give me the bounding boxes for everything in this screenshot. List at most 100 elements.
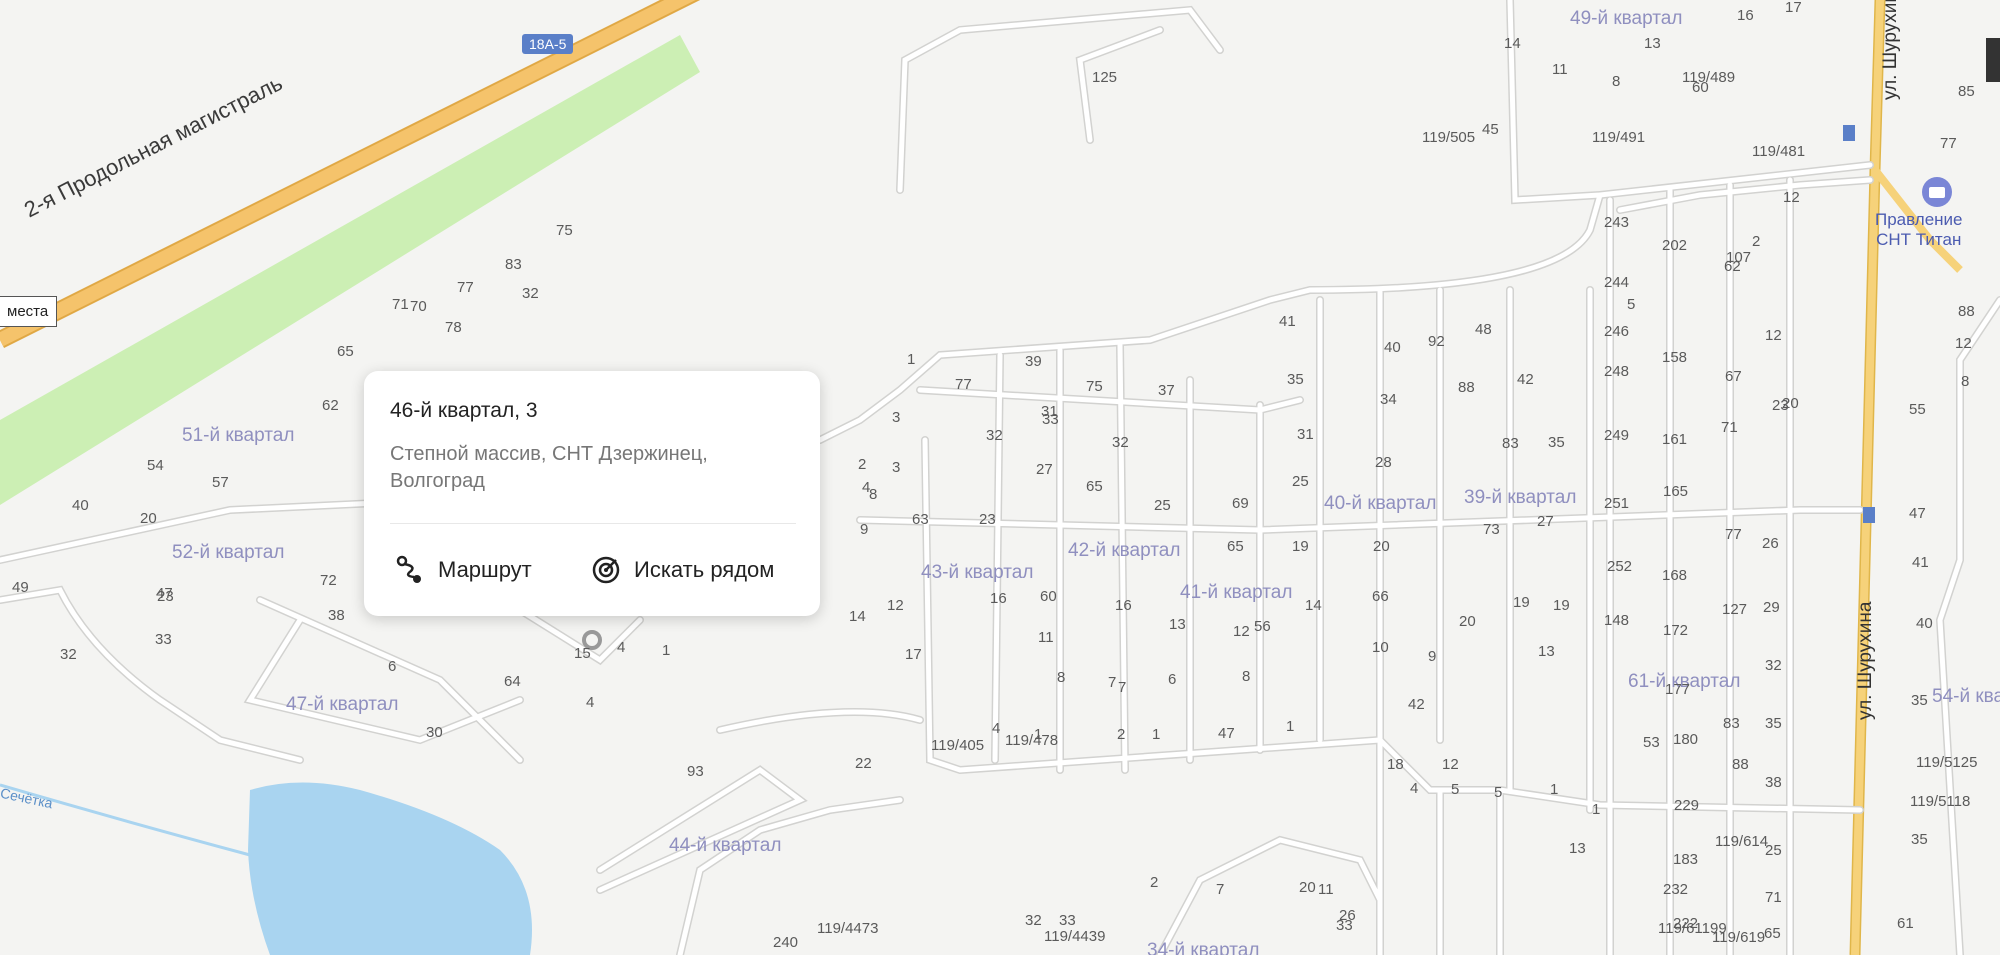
poi-label[interactable]: Правление СНТ Титан: [1875, 210, 1962, 250]
house-number: 119/4473: [817, 920, 879, 937]
house-number: 28: [1375, 454, 1392, 471]
house-number: 8: [869, 486, 878, 503]
house-number: 27: [1537, 513, 1554, 530]
house-number: 14: [1504, 35, 1521, 52]
house-number: 75: [1086, 378, 1103, 395]
house-number: 10: [1372, 639, 1389, 656]
house-number: 64: [504, 673, 521, 690]
house-number: 67: [1725, 368, 1742, 385]
house-number: 32: [986, 427, 1003, 444]
house-number: 119/5118: [1910, 793, 1971, 810]
house-number: 40: [72, 497, 89, 514]
house-number: 53: [1643, 734, 1660, 751]
house-number: 1: [907, 351, 916, 368]
house-number: 20: [1459, 613, 1476, 630]
house-number: 12: [1765, 327, 1782, 344]
house-number: 42: [1408, 696, 1425, 713]
house-number: 244: [1604, 274, 1630, 291]
map-roads: [0, 0, 2000, 955]
popup-title: 46-й квартал, 3: [390, 399, 538, 422]
house-number: 7: [1108, 674, 1117, 691]
house-number: 26: [1762, 535, 1779, 552]
house-number: 1: [662, 642, 671, 659]
house-number: 20: [1373, 538, 1390, 555]
house-number: 16: [1737, 7, 1754, 24]
house-number: 240: [773, 934, 799, 951]
quarter-label: 54-й квартал: [1932, 686, 2000, 707]
house-number: 33: [1042, 411, 1059, 428]
route-button[interactable]: Маршрут: [394, 553, 532, 587]
poi-name-line2: СНТ Титан: [1876, 230, 1962, 249]
lake: [248, 782, 532, 955]
house-number: 38: [1765, 774, 1782, 791]
house-number: 20: [140, 510, 157, 527]
house-number: 65: [337, 343, 354, 360]
house-number: 23: [1772, 397, 1789, 414]
house-number: 35: [1911, 692, 1928, 709]
house-number: 5: [1451, 781, 1460, 798]
house-number: 16: [990, 590, 1007, 607]
quarter-label: 51-й квартал: [182, 425, 295, 446]
house-number: 93: [687, 763, 704, 780]
house-number: 33: [1336, 917, 1353, 934]
house-number: 12: [1955, 335, 1972, 352]
bus-stop-icon: [1843, 125, 1855, 141]
bus-stop-icon: [1863, 507, 1875, 523]
house-number: 125: [1092, 69, 1118, 86]
house-number: 41: [1279, 313, 1296, 330]
quarter-label: 43-й квартал: [921, 562, 1034, 583]
popup-divider: [390, 523, 796, 524]
house-number: 12: [1783, 189, 1800, 206]
map-control-edge[interactable]: [1986, 38, 2000, 82]
house-number: 172: [1663, 622, 1689, 639]
house-number: 11: [1552, 61, 1568, 78]
house-number: 119/614: [1715, 833, 1769, 850]
house-number: 34: [1380, 391, 1397, 408]
house-number: 6: [1168, 671, 1177, 688]
house-number: 9: [1428, 648, 1437, 665]
house-number: 19: [1553, 597, 1570, 614]
house-number: 13: [1169, 616, 1186, 633]
house-number: 252: [1607, 558, 1633, 575]
house-number: 119/478: [1005, 732, 1059, 749]
house-number: 56: [1254, 618, 1271, 635]
quarter-label: 40-й квартал: [1324, 493, 1437, 514]
house-number: 229: [1674, 797, 1700, 814]
places-tag[interactable]: места: [0, 296, 58, 327]
house-number: 32: [1765, 657, 1782, 674]
house-number: 45: [1482, 121, 1499, 138]
house-number: 41: [1912, 554, 1929, 571]
house-number: 12: [1442, 756, 1459, 773]
house-number: 35: [1911, 831, 1928, 848]
house-number: 88: [1458, 379, 1475, 396]
house-number: 11: [1038, 629, 1054, 646]
house-number: 77: [955, 376, 972, 393]
quarter-label: 34-й квартал: [1147, 940, 1260, 955]
map-view[interactable]: 2-я Продольная магистраль 18А-5 ул. Шуру…: [0, 0, 2000, 955]
house-number: 2: [1150, 874, 1159, 891]
house-number: 1: [1152, 726, 1161, 743]
house-number: 4: [617, 639, 626, 656]
house-number: 119/489: [1682, 69, 1736, 86]
house-number: 251: [1604, 495, 1630, 512]
house-number: 13: [1538, 643, 1555, 660]
house-number: 65: [1086, 478, 1103, 495]
house-number: 13: [1644, 35, 1661, 52]
house-number: 12: [887, 597, 904, 614]
house-number: 65: [1764, 925, 1781, 942]
house-number: 71: [1765, 889, 1782, 906]
search-nearby-button[interactable]: Искать рядом: [590, 553, 774, 587]
house-number: 92: [1428, 333, 1445, 350]
house-number: 83: [1502, 435, 1519, 452]
house-number: 35: [1765, 715, 1782, 732]
house-number: 32: [522, 285, 539, 302]
place-popup: 46-й квартал, 3 Степной массив, СНТ Дзер…: [364, 371, 820, 616]
house-number: 119/619: [1712, 929, 1766, 946]
house-number: 119/5125: [1916, 754, 1978, 771]
house-number: 69: [1232, 495, 1249, 512]
house-number: 88: [1732, 756, 1749, 773]
house-number: 25: [1765, 842, 1782, 859]
route-label: Маршрут: [438, 557, 532, 582]
house-number: 119/4439: [1044, 928, 1106, 945]
quarter-label: 41-й квартал: [1180, 582, 1293, 603]
